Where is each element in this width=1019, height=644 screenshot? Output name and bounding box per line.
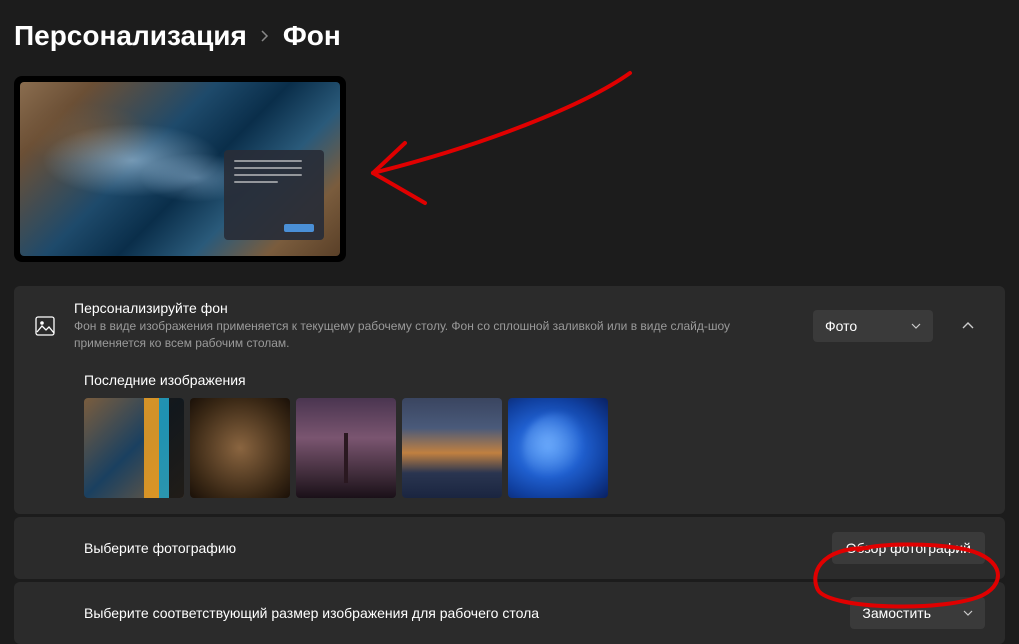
chevron-down-icon: [963, 610, 973, 616]
wallpaper-preview-image: [20, 82, 340, 256]
choose-photo-label: Выберите фотографию: [84, 540, 236, 556]
recent-image-thumb[interactable]: [402, 398, 502, 498]
browse-photos-button[interactable]: Обзор фотографий: [832, 532, 985, 564]
breadcrumb: Персонализация Фон: [0, 0, 1019, 76]
chevron-right-icon: [259, 30, 271, 42]
annotation-arrow: [355, 65, 645, 225]
fit-card: Выберите соответствующий размер изображе…: [14, 582, 1005, 644]
recent-image-thumb[interactable]: [84, 398, 184, 498]
personalize-desc: Фон в виде изображения применяется к тек…: [74, 318, 794, 352]
choose-photo-card: Выберите фотографию Обзор фотографий: [14, 517, 1005, 579]
picture-icon: [34, 315, 56, 337]
background-type-dropdown[interactable]: Фото: [813, 310, 933, 342]
preview-mock-window: [224, 150, 324, 240]
chevron-down-icon: [911, 323, 921, 329]
desktop-preview: [14, 76, 346, 262]
recent-image-thumb[interactable]: [190, 398, 290, 498]
personalize-background-card: Персонализируйте фон Фон в виде изображе…: [14, 286, 1005, 514]
breadcrumb-parent[interactable]: Персонализация: [14, 20, 247, 52]
recent-images-list: [84, 398, 985, 498]
breadcrumb-current: Фон: [283, 20, 341, 52]
expand-collapse-button[interactable]: [951, 309, 985, 343]
personalize-title: Персонализируйте фон: [74, 300, 795, 316]
recent-images-section: Последние изображения: [14, 366, 1005, 514]
background-type-value: Фото: [825, 318, 857, 334]
recent-image-thumb[interactable]: [508, 398, 608, 498]
recent-image-thumb[interactable]: [296, 398, 396, 498]
chevron-up-icon: [962, 322, 974, 330]
fit-label: Выберите соответствующий размер изображе…: [84, 605, 539, 621]
fit-dropdown-value: Замостить: [862, 605, 931, 621]
recent-images-title: Последние изображения: [84, 372, 985, 388]
